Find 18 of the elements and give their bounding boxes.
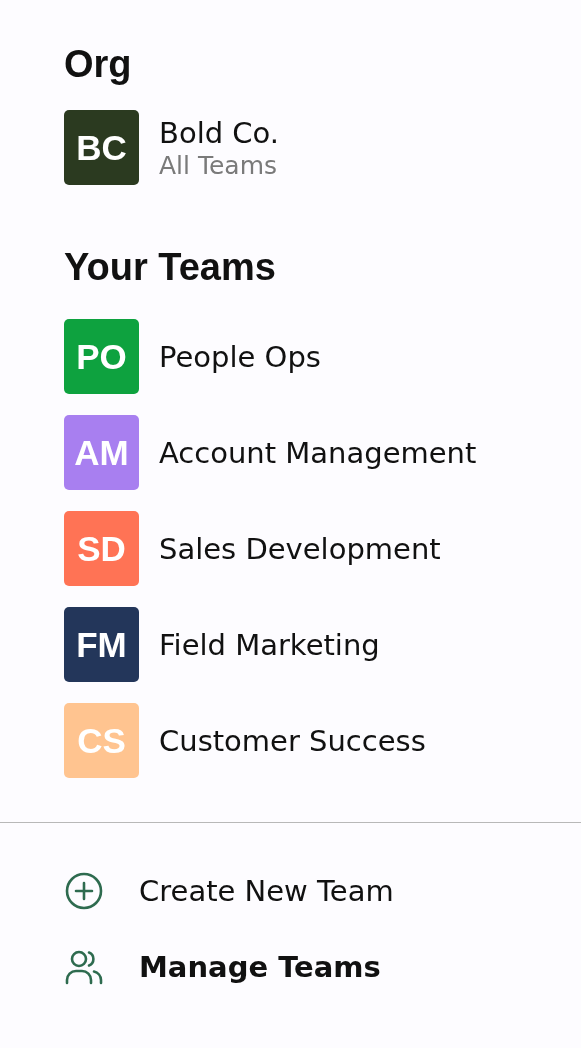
- action-link[interactable]: Manage Teams: [139, 947, 381, 987]
- team-avatar: AM: [64, 415, 139, 490]
- action-link[interactable]: Create New Team: [139, 871, 394, 911]
- team-avatar: FM: [64, 607, 139, 682]
- org-name[interactable]: Bold Co.: [159, 114, 280, 151]
- team-name[interactable]: Sales Development: [159, 530, 441, 567]
- org-subtitle: All Teams: [159, 150, 279, 181]
- team-name[interactable]: People Ops: [159, 338, 321, 375]
- team-avatar: SD: [64, 511, 139, 586]
- org-avatar: BC: [64, 110, 139, 185]
- team-name[interactable]: Field Marketing: [159, 626, 380, 663]
- team-avatar: PO: [64, 319, 139, 394]
- section-heading: Org: [64, 44, 133, 84]
- team-name[interactable]: Customer Success: [159, 722, 426, 759]
- section-heading: Your Teams: [64, 247, 277, 287]
- plus-circle-icon: [64, 871, 104, 911]
- team-name[interactable]: Account Management: [159, 434, 477, 471]
- team-avatar: CS: [64, 703, 139, 778]
